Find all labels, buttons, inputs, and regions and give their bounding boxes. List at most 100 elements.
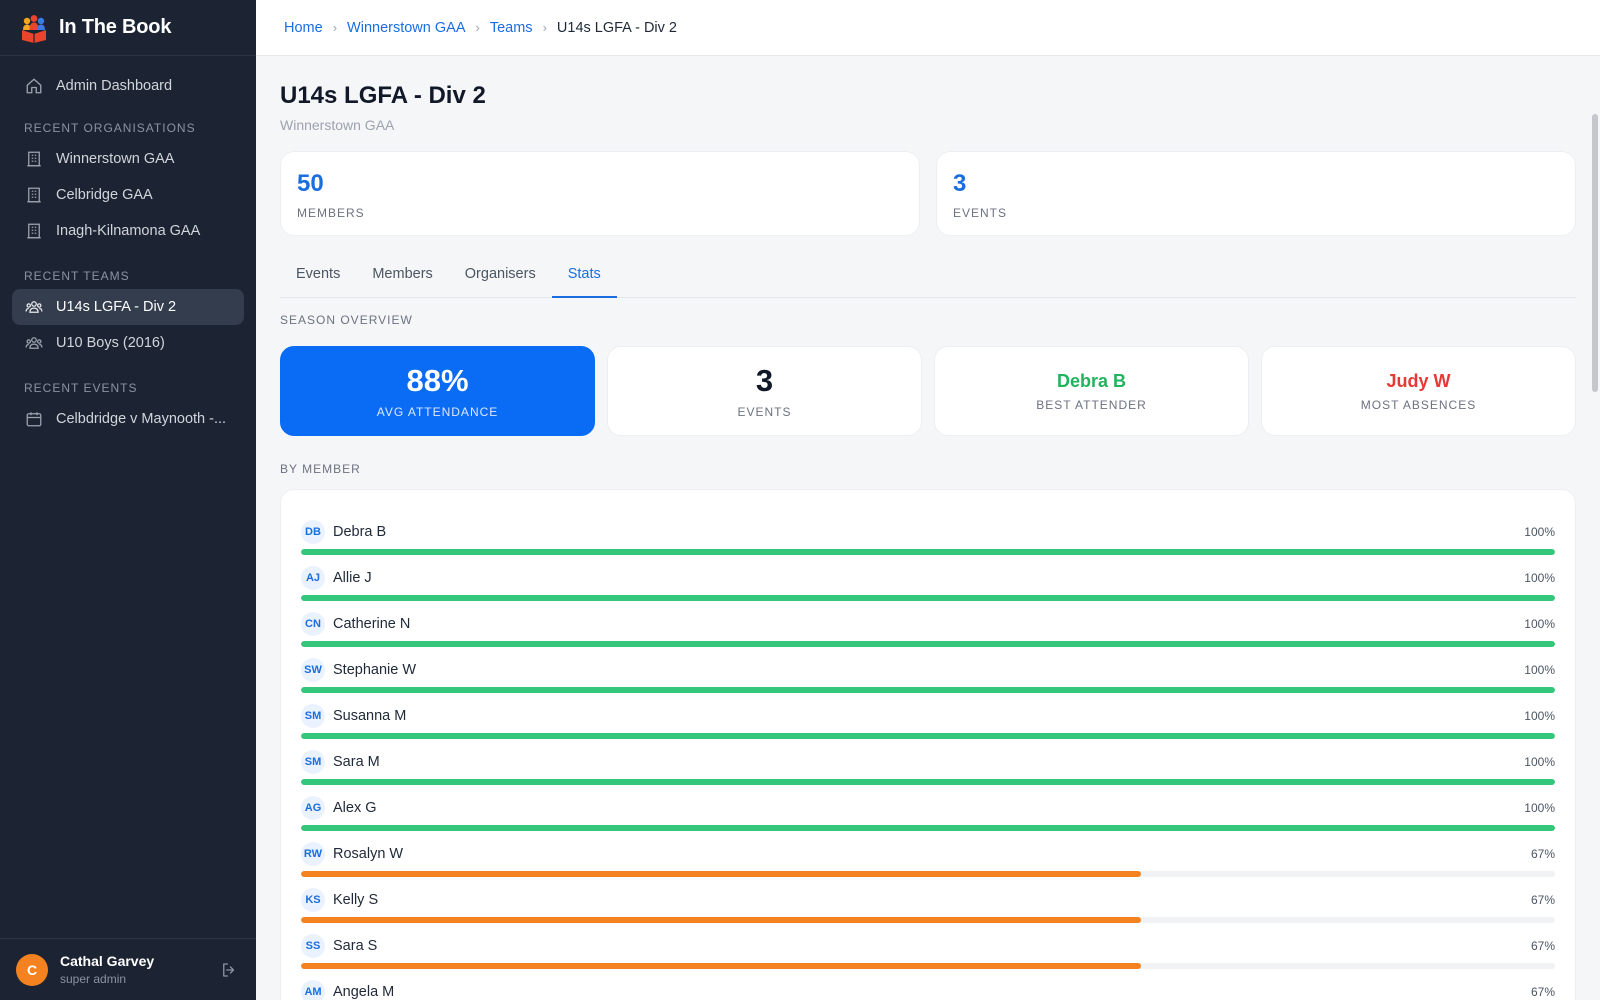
recent-events-heading: RECENT EVENTS <box>24 381 138 395</box>
members-count: 50 <box>297 170 324 197</box>
logout-icon[interactable] <box>220 961 238 979</box>
attendance-bar-fill <box>301 963 1142 969</box>
most-absences-name: Judy W <box>1386 370 1451 391</box>
sidebar-item-team-u10[interactable]: U10 Boys (2016) <box>12 325 244 361</box>
member-initials-badge: CN <box>301 612 325 636</box>
breadcrumb-separator: › <box>332 20 338 35</box>
member-row[interactable]: SM Sara M 100% <box>301 749 1555 795</box>
tab-stats[interactable]: Stats <box>551 256 617 298</box>
most-absences-card: Judy W MOST ABSENCES <box>1261 346 1576 436</box>
member-name: Rosalyn W <box>333 846 404 862</box>
avatar[interactable]: C <box>16 953 48 986</box>
sidebar-item-admin-dashboard[interactable]: Admin Dashboard <box>12 68 244 104</box>
page-title: U14s LGFA - Div 2 <box>280 82 486 109</box>
main-content: U14s LGFA - Div 2 Winnerstown GAA 50 MEM… <box>256 56 1600 1000</box>
best-attender-card: Debra B BEST ATTENDER <box>934 346 1249 436</box>
avg-attendance-value: 88% <box>406 363 469 398</box>
attendance-bar-track <box>301 549 1555 555</box>
users-icon <box>24 333 44 353</box>
avg-attendance-label: AVG ATTENDANCE <box>376 405 499 419</box>
breadcrumb-teams[interactable]: Teams <box>490 20 533 36</box>
sidebar-item-event[interactable]: Celbdridge v Maynooth -... <box>12 401 244 437</box>
sidebar-item-team-u14s[interactable]: U14s LGFA - Div 2 <box>12 289 244 325</box>
breadcrumb-org[interactable]: Winnerstown GAA <box>347 20 465 36</box>
member-attendance-percent: 100% <box>1524 801 1555 815</box>
avg-attendance-card: 88% AVG ATTENDANCE <box>280 346 595 436</box>
sidebar-item-org-inagh[interactable]: Inagh-Kilnamona GAA <box>12 213 244 249</box>
attendance-bar-fill <box>301 549 1555 555</box>
member-name: Catherine N <box>333 616 411 632</box>
best-attender-name: Debra B <box>1056 370 1127 391</box>
events-label: EVENTS <box>953 206 1008 220</box>
members-label: MEMBERS <box>297 206 365 220</box>
sidebar-item-org-winnerstown[interactable]: Winnerstown GAA <box>12 141 244 177</box>
scrollbar[interactable] <box>1592 114 1598 392</box>
recent-teams-heading: RECENT TEAMS <box>24 269 130 283</box>
member-row[interactable]: SW Stephanie W 100% <box>301 657 1555 703</box>
attendance-bar-track <box>301 733 1555 739</box>
tab-members[interactable]: Members <box>356 256 448 298</box>
breadcrumb-home[interactable]: Home <box>284 20 323 36</box>
member-initials-badge: RW <box>301 842 325 866</box>
sidebar-item-org-celbridge[interactable]: Celbridge GAA <box>12 177 244 213</box>
member-name: Susanna M <box>333 708 407 724</box>
sidebar-item-label: Inagh-Kilnamona GAA <box>56 223 201 239</box>
member-rows: DB Debra B 100% AJ Allie J 100% CN Catherine N 1… <box>301 519 1555 1000</box>
user-name: Cathal Garvey <box>60 953 155 969</box>
breadcrumb-separator: › <box>542 20 547 35</box>
breadcrumb-current: U14s LGFA - Div 2 <box>556 19 677 36</box>
tab-organisers[interactable]: Organisers <box>449 256 552 298</box>
member-initials-badge: SS <box>301 934 325 958</box>
attendance-bar-fill <box>301 917 1142 923</box>
attendance-bar-fill <box>301 733 1555 739</box>
member-row-header: AM Angela M 67% <box>301 979 1555 1000</box>
member-attendance-list: DB Debra B 100% AJ Allie J 100% CN Catherine N 1… <box>280 489 1576 1000</box>
member-name: Allie J <box>333 570 372 586</box>
member-row[interactable]: SS Sara S 67% <box>301 933 1555 979</box>
tab-bar: Events Members Organisers Stats <box>280 256 1576 298</box>
attendance-bar-track <box>301 641 1555 647</box>
events-summary-card: 3 EVENTS <box>936 151 1576 236</box>
member-attendance-percent: 100% <box>1524 663 1555 677</box>
sidebar-nav: Admin Dashboard RECENT ORGANISATIONS Win… <box>0 56 256 437</box>
member-row-header: SM Susanna M 100% <box>301 703 1555 729</box>
member-initials-badge: KS <box>301 888 325 912</box>
sidebar-item-label: U10 Boys (2016) <box>56 335 165 351</box>
member-row[interactable]: RW Rosalyn W 67% <box>301 841 1555 887</box>
member-row[interactable]: AG Alex G 100% <box>301 795 1555 841</box>
users-icon <box>24 297 44 317</box>
member-name: Sara S <box>333 938 378 954</box>
member-attendance-percent: 67% <box>1530 985 1555 999</box>
attendance-bar-track <box>301 595 1555 601</box>
member-attendance-percent: 100% <box>1524 709 1555 723</box>
attendance-bar-fill <box>301 595 1555 601</box>
brand[interactable]: In The Book <box>0 0 256 56</box>
best-attender-label: BEST ATTENDER <box>1036 397 1147 412</box>
user-role: super admin <box>60 972 127 986</box>
member-row[interactable]: CN Catherine N 100% <box>301 611 1555 657</box>
member-row-header: AG Alex G 100% <box>301 795 1555 821</box>
member-row[interactable]: DB Debra B 100% <box>301 519 1555 565</box>
member-attendance-percent: 100% <box>1524 571 1555 585</box>
most-absences-label: MOST ABSENCES <box>1360 397 1477 412</box>
member-row[interactable]: AM Angela M 67% <box>301 979 1555 1000</box>
member-attendance-percent: 100% <box>1524 617 1555 631</box>
events-stat-label: EVENTS <box>737 405 792 419</box>
attendance-bar-fill <box>301 825 1555 831</box>
app-name: In The Book <box>59 16 172 38</box>
member-row[interactable]: KS Kelly S 67% <box>301 887 1555 933</box>
by-member-heading: BY MEMBER <box>280 462 361 476</box>
breadcrumb: Home › Winnerstown GAA › Teams › U14s LG… <box>256 0 1600 56</box>
member-initials-badge: SW <box>301 658 325 682</box>
attendance-bar-track <box>301 779 1555 785</box>
page-subtitle: Winnerstown GAA <box>280 117 395 133</box>
member-name: Alex G <box>333 800 377 816</box>
sidebar-item-label: Winnerstown GAA <box>56 151 175 167</box>
member-initials-badge: SM <box>301 750 325 774</box>
member-row-header: AJ Allie J 100% <box>301 565 1555 591</box>
member-row[interactable]: AJ Allie J 100% <box>301 565 1555 611</box>
calendar-icon <box>24 409 44 429</box>
member-row[interactable]: SM Susanna M 100% <box>301 703 1555 749</box>
member-attendance-percent: 67% <box>1530 893 1555 907</box>
tab-events[interactable]: Events <box>280 256 356 298</box>
